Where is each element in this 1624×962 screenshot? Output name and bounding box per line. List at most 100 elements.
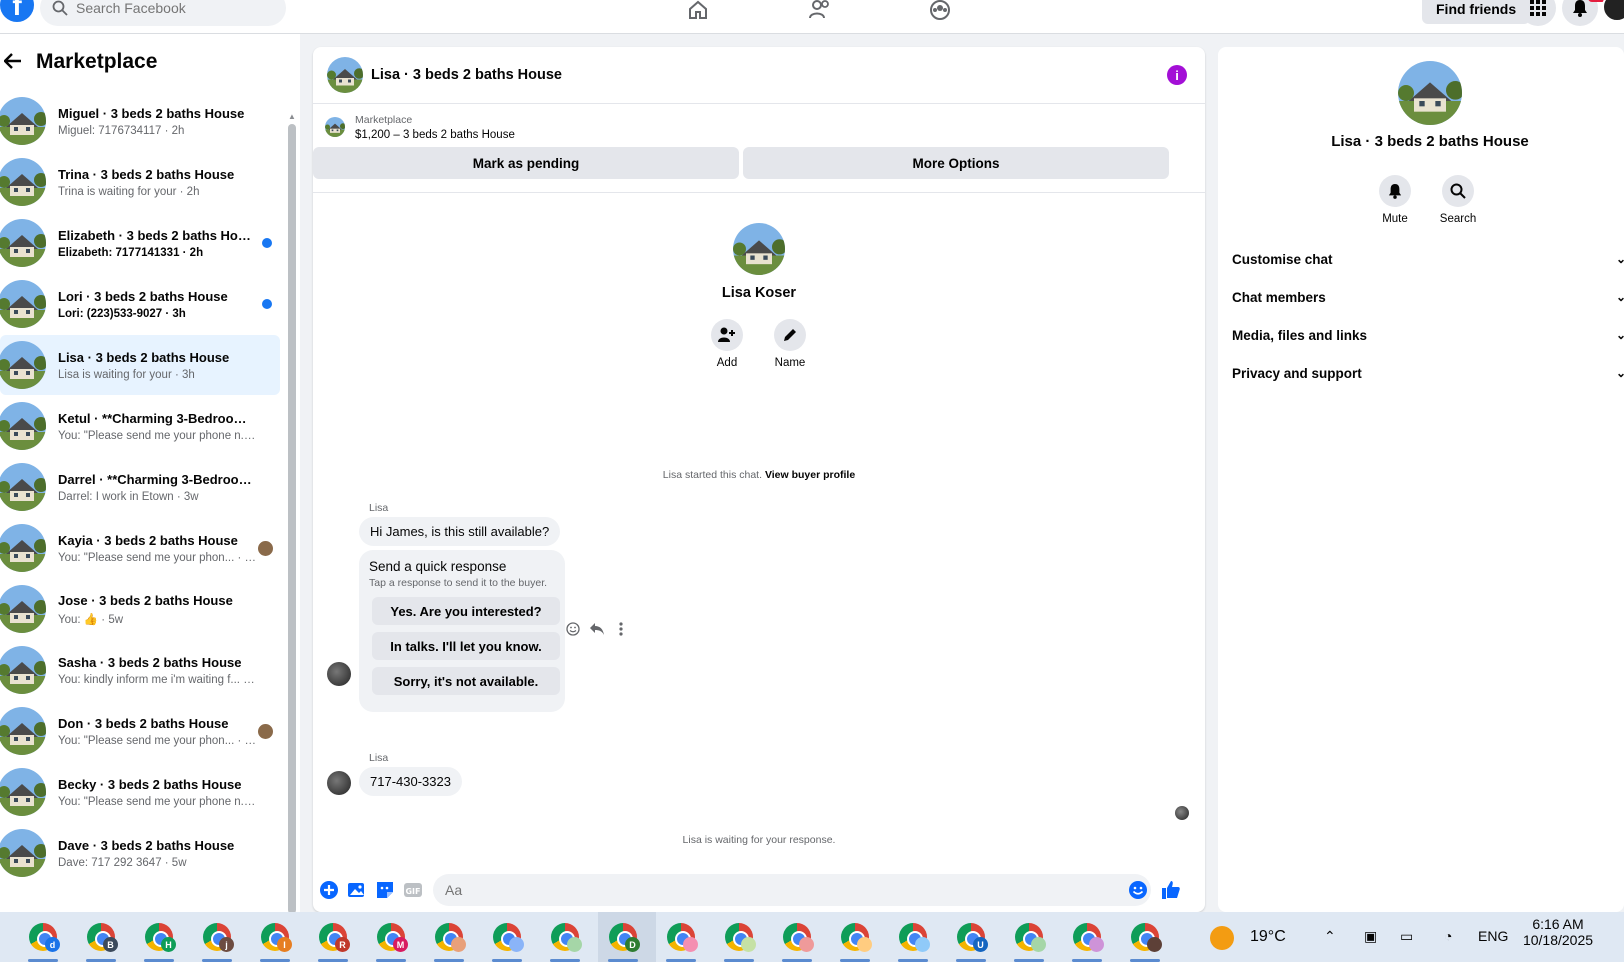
conversation-item[interactable]: Dave · 3 beds 2 baths House Dave: 717 292… [0,823,280,883]
taskbar-chrome-profile[interactable]: M [374,920,408,962]
photo-icon[interactable] [347,880,367,900]
taskbar-chrome-profile[interactable] [896,920,930,962]
chat-members-section[interactable]: Chat members ⌄ [1232,285,1624,309]
more-vertical-icon[interactable] [613,621,629,637]
privacy-support-section[interactable]: Privacy and support ⌄ [1232,361,1624,385]
taskbar-chrome-profile[interactable]: j [200,920,234,962]
quick-response-option[interactable]: Sorry, it's not available. [372,667,560,695]
chat-title[interactable]: Lisa · 3 beds 2 baths House [371,67,562,83]
conversation-item[interactable]: Don · 3 beds 2 baths House You: "Please s… [0,701,280,761]
taskbar-chrome-profile[interactable]: I [258,920,292,962]
quick-response-option[interactable]: In talks. I'll let you know. [372,632,560,660]
reply-icon[interactable] [589,621,605,637]
profile-badge [567,937,582,952]
search-input[interactable] [76,0,266,16]
message-input[interactable] [433,874,1151,906]
message-bubble[interactable]: Hi James, is this still available? [359,517,561,546]
plus-icon[interactable] [319,880,339,900]
info-icon[interactable]: i [1167,65,1187,85]
listing-thumbnail[interactable] [325,117,345,137]
chat-avatar[interactable] [327,57,363,93]
conversation-avatar [0,646,46,694]
language-indicator[interactable]: ENG [1478,928,1508,944]
taskbar-chrome-profile[interactable]: U [954,920,988,962]
quick-response-option[interactable]: Yes. Are you interested? [372,597,560,625]
system-clock[interactable]: 6:16 AM 10/18/2025 [1518,916,1598,948]
search-box[interactable] [40,0,286,26]
taskbar-chrome-profile[interactable] [1012,920,1046,962]
add-button[interactable]: Add [697,319,757,369]
temperature[interactable]: 19°C [1250,928,1286,946]
profile-avatar[interactable] [733,223,785,275]
taskbar-chrome-profile[interactable] [490,920,524,962]
thumbs-up-icon[interactable] [1161,880,1181,900]
taskbar-chrome-profile[interactable]: R [316,920,350,962]
profile-badge: d [45,937,60,952]
sender-avatar[interactable] [327,771,351,795]
listing-price[interactable]: $1,200 – 3 beds 2 baths House [355,129,515,141]
conversation-item[interactable]: Kayia · 3 beds 2 baths House You: "Please… [0,518,280,578]
media-files-section[interactable]: Media, files and links ⌄ [1232,323,1624,347]
sender-avatar[interactable] [327,662,351,686]
taskbar-chrome-profile[interactable] [664,920,698,962]
conversation-item[interactable]: Ketul · **Charming 3-Bedroom ... You: "Pl… [0,396,280,456]
facebook-logo[interactable]: f [0,0,34,22]
bell-icon[interactable] [1562,0,1598,26]
message-bubble[interactable]: 717-430-3323 [359,767,462,796]
meet-icon[interactable]: ▣ [1364,928,1377,945]
friends-icon[interactable] [806,0,834,24]
conversation-title: Don · 3 beds 2 baths House [58,715,229,731]
mute-button[interactable]: Mute [1370,175,1420,225]
taskbar-chrome-profile[interactable]: d [26,920,60,962]
taskbar-chrome-profile[interactable] [722,920,756,962]
chat-panel: Lisa · 3 beds 2 baths House i Marketplac… [313,47,1205,912]
sidebar-scrollbar[interactable] [288,124,296,914]
taskbar-chrome-profile[interactable] [1128,920,1162,962]
profile-badge [509,937,524,952]
taskbar-chrome-profile[interactable] [780,920,814,962]
conversation-item[interactable]: Lisa · 3 beds 2 baths House Lisa is waiti… [0,335,280,395]
conversation-item[interactable]: Sasha · 3 beds 2 baths House You: kindly … [0,640,280,700]
conversation-item[interactable]: Becky · 3 beds 2 baths House You: "Please… [0,762,280,822]
taskbar-chrome-profile[interactable] [838,920,872,962]
groups-icon[interactable] [926,0,954,24]
gif-icon[interactable]: GIF [403,880,423,900]
sticker-icon[interactable] [375,880,395,900]
battery-icon[interactable]: ▭ [1400,928,1413,945]
taskbar-chrome-profile[interactable]: H [142,920,176,962]
house-photo [327,57,363,93]
account-avatar[interactable] [1602,0,1624,22]
taskbar-chrome-profile[interactable]: B [84,920,118,962]
conversation-preview: You: kindly inform me i'm waiting f... ·… [58,673,258,686]
back-arrow-icon[interactable] [3,49,28,75]
view-buyer-profile-link[interactable]: View buyer profile [765,469,855,481]
conversation-item[interactable]: Darrel · **Charming 3-Bedroom ... Darrel:… [0,457,280,517]
taskbar-chrome-profile[interactable] [548,920,582,962]
conversation-preview: Lori: (223)533-9027 · 3h [58,307,186,320]
conversation-item[interactable]: Trina · 3 beds 2 baths House Trina is wai… [0,152,280,212]
chevron-up-icon[interactable]: ⌃ [1324,928,1336,945]
conversation-item[interactable]: Elizabeth · 3 beds 2 baths House Elizabet… [0,213,280,273]
taskbar-chrome-profile[interactable] [432,920,466,962]
bell-icon [1388,184,1402,199]
conversation-item[interactable]: Jose · 3 beds 2 baths House You: 👍 · 5w [0,579,280,639]
conversation-item[interactable]: Lori · 3 beds 2 baths House Lori: (223)53… [0,274,280,334]
home-icon[interactable] [684,0,712,24]
details-avatar[interactable] [1398,61,1462,125]
search-button[interactable]: Search [1433,175,1483,225]
taskbar-chrome-profile[interactable]: D [606,920,640,962]
conversation-item[interactable]: Miguel · 3 beds 2 baths House Miguel: 717… [0,91,280,151]
scroll-up-icon[interactable]: ▲ [288,112,296,121]
profile-badge [1147,937,1162,952]
message-actions [565,621,629,637]
more-options-button[interactable]: More Options [743,147,1169,179]
customise-chat-section[interactable]: Customise chat ⌄ [1232,247,1624,271]
name-button[interactable]: Name [760,319,820,369]
wifi-icon[interactable]: ◔ [1444,928,1452,944]
taskbar-chrome-profile[interactable] [1070,920,1104,962]
find-friends-button[interactable]: Find friends [1422,0,1531,24]
emoji-icon[interactable] [1128,880,1148,900]
mark-pending-button[interactable]: Mark as pending [313,147,739,179]
react-icon[interactable] [565,621,581,637]
weather-icon[interactable] [1210,926,1234,950]
